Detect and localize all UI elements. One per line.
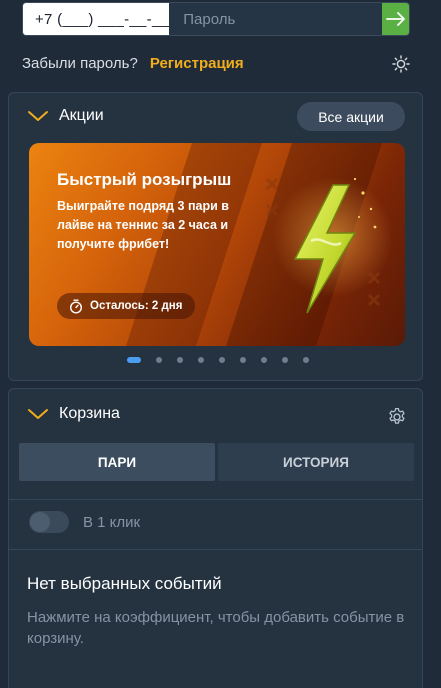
carousel-dot[interactable] [127,357,141,363]
tab-history[interactable]: ИСТОРИЯ [218,443,414,481]
carousel-dots [127,357,324,363]
chevron-down-icon [28,409,48,419]
chevron-down-icon [28,111,48,121]
carousel-dot[interactable] [219,357,225,363]
arrow-right-icon [385,12,405,26]
carousel-dot[interactable] [198,357,204,363]
lightning-tennis-ball-icon [265,177,391,314]
promo-timer-badge: Осталось: 2 дня [57,293,195,319]
one-click-toggle[interactable]: В 1 клик [29,511,140,533]
empty-cart-title: Нет выбранных событий [27,574,222,593]
tab-bets[interactable]: ПАРИ [19,443,215,481]
divider [9,549,422,550]
login-bar: +7 (___) ___-__-__ Забыли пароль? Регист… [0,0,441,86]
one-click-label: В 1 клик [83,513,141,531]
stopwatch-icon [69,299,83,314]
promo-title: Быстрый розыгрыш [57,170,232,189]
register-link[interactable]: Регистрация [150,55,244,72]
theme-toggle-button[interactable] [391,54,411,74]
phone-input[interactable]: +7 (___) ___-__-__ [23,3,170,35]
promo-description: Выиграйте подряд 3 пари в лайве на тенни… [57,199,229,251]
cart-title: Корзина [59,405,120,422]
all-promotions-button[interactable]: Все акции [297,102,405,131]
login-submit-button[interactable] [382,3,409,35]
cart-header[interactable]: Корзина [9,389,422,439]
carousel-dot[interactable] [156,357,162,363]
carousel-dot[interactable] [303,357,309,363]
login-form: +7 (___) ___-__-__ [22,2,410,36]
divider [9,499,422,500]
carousel-dot[interactable] [261,357,267,363]
carousel-dot[interactable] [177,357,183,363]
gear-icon[interactable] [387,407,407,427]
password-input[interactable] [169,3,383,35]
carousel-dot[interactable] [240,357,246,363]
promotions-title: Акции [59,107,104,124]
cart-panel: Корзина ПАРИ ИСТОРИЯ В 1 клик Нет выбран… [8,388,423,688]
empty-cart-hint: Нажмите на коэффициент, чтобы добавить с… [27,609,405,647]
sun-icon [392,55,410,73]
forgot-password-link[interactable]: Забыли пароль? [22,55,138,72]
login-links: Забыли пароль? Регистрация [22,55,244,72]
promotions-panel: Акции Все акции Быстрый розыгрыш Выиграй… [8,92,423,381]
one-click-switch[interactable] [29,511,69,533]
switch-knob [30,512,50,532]
carousel-dot[interactable] [282,357,288,363]
promo-timer-text: Осталось: 2 дня [90,300,183,312]
promo-card[interactable]: Быстрый розыгрыш Выиграйте подряд 3 пари… [29,143,405,346]
cart-tabs: ПАРИ ИСТОРИЯ [19,443,414,481]
